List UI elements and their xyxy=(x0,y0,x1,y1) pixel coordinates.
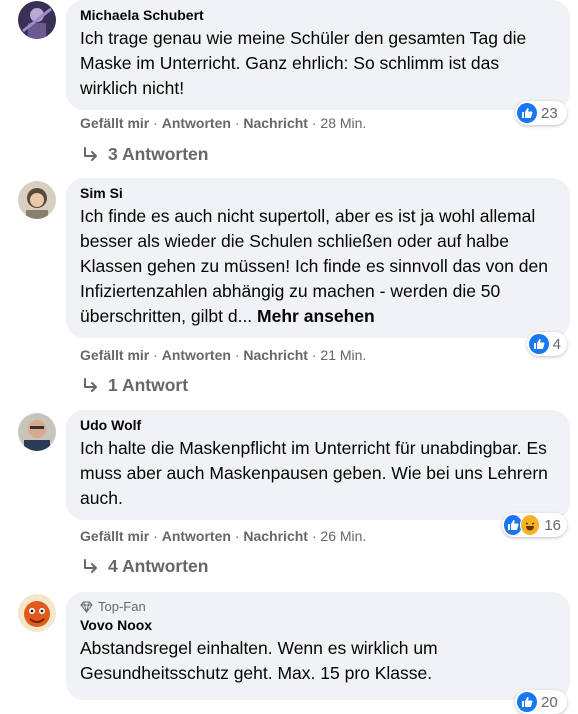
reaction-summary[interactable]: 23 xyxy=(515,101,567,125)
avatar[interactable] xyxy=(18,1,56,39)
timestamp[interactable]: 28 Min. xyxy=(320,115,366,131)
like-icon xyxy=(517,692,537,712)
haha-icon xyxy=(520,514,541,536)
reply-arrow-icon xyxy=(84,377,97,392)
comment-text: Ich finde es auch nicht supertoll, aber … xyxy=(80,206,548,326)
avatar[interactable] xyxy=(18,594,56,632)
replies-label: 3 Antworten xyxy=(108,144,209,164)
comment-author[interactable]: Sim Si xyxy=(80,184,558,203)
reaction-summary[interactable]: 4 xyxy=(527,332,567,356)
message-link[interactable]: Nachricht xyxy=(243,528,308,544)
replies-label: 4 Antworten xyxy=(108,556,209,576)
view-replies-link[interactable]: 1 Antwort xyxy=(82,375,188,396)
reply-arrow-icon xyxy=(84,558,97,573)
like-link[interactable]: Gefällt mir xyxy=(80,347,149,363)
reply-link[interactable]: Antworten xyxy=(162,115,231,131)
reaction-count: 16 xyxy=(544,516,561,534)
reply-link[interactable]: Antworten xyxy=(162,528,231,544)
comment-text: Abstandsregel einhalten. Wenn es wirklic… xyxy=(80,638,438,683)
message-link[interactable]: Nachricht xyxy=(243,347,308,363)
like-icon xyxy=(529,334,549,354)
reply-link[interactable]: Antworten xyxy=(162,347,231,363)
replies-label: 1 Antwort xyxy=(108,375,189,395)
message-link[interactable]: Nachricht xyxy=(243,115,308,131)
reply-arrow-icon xyxy=(84,146,97,161)
see-more-link[interactable]: Mehr ansehen xyxy=(257,306,375,326)
comment-author[interactable]: Michaela Schubert xyxy=(80,6,558,25)
avatar[interactable] xyxy=(18,413,56,451)
comment-text: Ich trage genau wie meine Schüler den ge… xyxy=(80,28,527,98)
comment-bubble: Michaela Schubert Ich trage genau wie me… xyxy=(66,0,570,110)
view-replies-link[interactable]: 3 Antworten xyxy=(82,144,208,165)
diamond-icon xyxy=(80,601,93,613)
comment-actions: Gefällt mir · Antworten · Nachricht · 28… xyxy=(80,115,367,131)
comment-bubble: Udo Wolf Ich halte die Maskenpflicht im … xyxy=(66,410,570,520)
top-fan-badge: Top-Fan xyxy=(80,599,558,614)
comment-author[interactable]: Vovo Noox xyxy=(80,616,558,635)
view-replies-link[interactable]: 4 Antworten xyxy=(82,556,208,577)
timestamp[interactable]: 26 Min. xyxy=(320,528,366,544)
like-link[interactable]: Gefällt mir xyxy=(80,528,149,544)
avatar[interactable] xyxy=(18,181,56,219)
reaction-count: 23 xyxy=(541,104,558,122)
timestamp[interactable]: 21 Min. xyxy=(320,347,366,363)
comment-bubble: Top-Fan Vovo Noox Abstandsregel einhalte… xyxy=(66,592,570,700)
reaction-summary[interactable]: 16 xyxy=(502,513,567,537)
comment-text: Ich halte die Maskenpflicht im Unterrich… xyxy=(80,438,548,508)
like-icon xyxy=(517,103,537,123)
reaction-count: 20 xyxy=(541,693,558,711)
comment-bubble: Sim Si Ich finde es auch nicht supertoll… xyxy=(66,178,570,338)
like-link[interactable]: Gefällt mir xyxy=(80,115,149,131)
comment-actions: Gefällt mir · Antworten · Nachricht · 21… xyxy=(80,347,367,363)
comment-author[interactable]: Udo Wolf xyxy=(80,416,558,435)
reaction-summary[interactable]: 20 xyxy=(515,690,567,714)
reaction-count: 4 xyxy=(552,335,561,353)
comment-actions: Gefällt mir · Antworten · Nachricht · 26… xyxy=(80,528,367,544)
